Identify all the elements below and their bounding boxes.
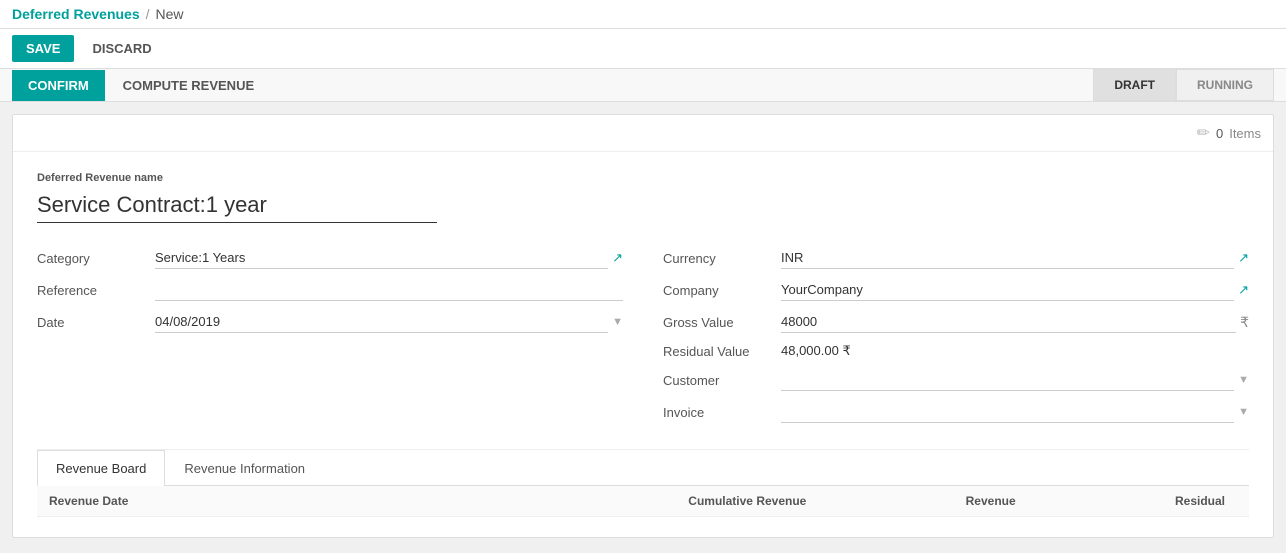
action-bar: SAVE DISCARD [0,29,1286,69]
date-row: Date ▼ [37,311,623,333]
confirm-button[interactable]: CONFIRM [12,70,105,101]
items-label: Items [1229,126,1261,141]
residual-value: 48,000.00 ₹ [781,343,1249,359]
residual-row: Residual Value 48,000.00 ₹ [663,343,1249,359]
currency-row: Currency INR ↗ [663,247,1249,269]
currency-value: INR ↗ [781,247,1249,269]
status-pill-draft[interactable]: DRAFT [1093,69,1176,101]
status-pills: DRAFT RUNNING [1093,69,1274,101]
breadcrumb-app[interactable]: Deferred Revenues [12,6,140,22]
category-select[interactable]: Service:1 Years [155,247,608,269]
breadcrumb-sep: / [146,6,150,22]
category-external-link-icon[interactable]: ↗ [612,250,623,266]
form-card: ✏ 0 Items Deferred Revenue name Category [12,114,1274,538]
company-value: YourCompany ↗ [781,279,1249,301]
invoice-select[interactable] [781,401,1234,423]
discard-button[interactable]: DISCARD [82,35,161,62]
company-select[interactable]: YourCompany [781,279,1234,301]
customer-label: Customer [663,373,773,388]
status-bar: CONFIRM COMPUTE REVENUE DRAFT RUNNING [0,69,1286,102]
table-headers: Revenue Date Cumulative Revenue Revenue … [37,486,1249,517]
date-value: ▼ [155,311,623,333]
left-column: Category Service:1 Years ↗ Reference [37,247,623,433]
date-label: Date [37,315,147,330]
reference-row: Reference [37,279,623,301]
tab-revenue-board[interactable]: Revenue Board [37,450,165,486]
reference-value [155,279,623,301]
reference-input[interactable] [155,279,623,301]
form-body: Deferred Revenue name Category Service:1… [13,152,1273,537]
invoice-row: Invoice ▼ [663,401,1249,423]
breadcrumb-bar: Deferred Revenues / New [0,0,1286,29]
date-input[interactable] [155,311,608,333]
category-row: Category Service:1 Years ↗ [37,247,623,269]
customer-row: Customer ▼ [663,369,1249,391]
th-revenue: Revenue [826,494,1035,508]
tabs-section: Revenue Board Revenue Information Revenu… [37,449,1249,517]
company-row: Company YourCompany ↗ [663,279,1249,301]
company-external-link-icon[interactable]: ↗ [1238,282,1249,298]
currency-external-link-icon[interactable]: ↗ [1238,250,1249,266]
th-cumulative-revenue: Cumulative Revenue [428,494,827,508]
save-button[interactable]: SAVE [12,35,74,62]
invoice-dropdown-icon[interactable]: ▼ [1238,406,1249,418]
gross-value-input[interactable] [781,311,1236,333]
tab-revenue-information[interactable]: Revenue Information [165,450,324,486]
inr-symbol: ₹ [1240,314,1249,331]
customer-dropdown-icon[interactable]: ▼ [1238,374,1249,386]
items-count: 0 [1216,126,1223,141]
currency-select[interactable]: INR [781,247,1234,269]
right-column: Currency INR ↗ Company YourCompany [663,247,1249,433]
residual-label: Residual Value [663,344,773,359]
residual-text: 48,000.00 ₹ [781,343,851,359]
main-content: ✏ 0 Items Deferred Revenue name Category [0,102,1286,550]
form-columns: Category Service:1 Years ↗ Reference [37,247,1249,433]
th-revenue-date: Revenue Date [49,494,428,508]
th-residual: Residual [1036,494,1237,508]
category-label: Category [37,251,147,266]
items-bar: ✏ 0 Items [13,115,1273,152]
category-value: Service:1 Years ↗ [155,247,623,269]
customer-value: ▼ [781,369,1249,391]
revenue-name-input[interactable] [37,188,437,223]
status-pill-running[interactable]: RUNNING [1176,69,1274,101]
compute-revenue-button[interactable]: COMPUTE REVENUE [109,70,268,101]
customer-select[interactable] [781,369,1234,391]
items-widget[interactable]: ✏ 0 Items [1197,123,1261,143]
currency-label: Currency [663,251,773,266]
edit-icon: ✏ [1197,123,1210,143]
gross-value-label: Gross Value [663,315,773,330]
revenue-name-label: Deferred Revenue name [37,172,1249,184]
tabs-header: Revenue Board Revenue Information [37,450,1249,486]
invoice-label: Invoice [663,405,773,420]
gross-value-value: ₹ [781,311,1249,333]
gross-value-row: Gross Value ₹ [663,311,1249,333]
breadcrumb-current: New [156,6,184,22]
invoice-value: ▼ [781,401,1249,423]
reference-label: Reference [37,283,147,298]
company-label: Company [663,283,773,298]
date-dropdown-icon[interactable]: ▼ [612,316,623,328]
